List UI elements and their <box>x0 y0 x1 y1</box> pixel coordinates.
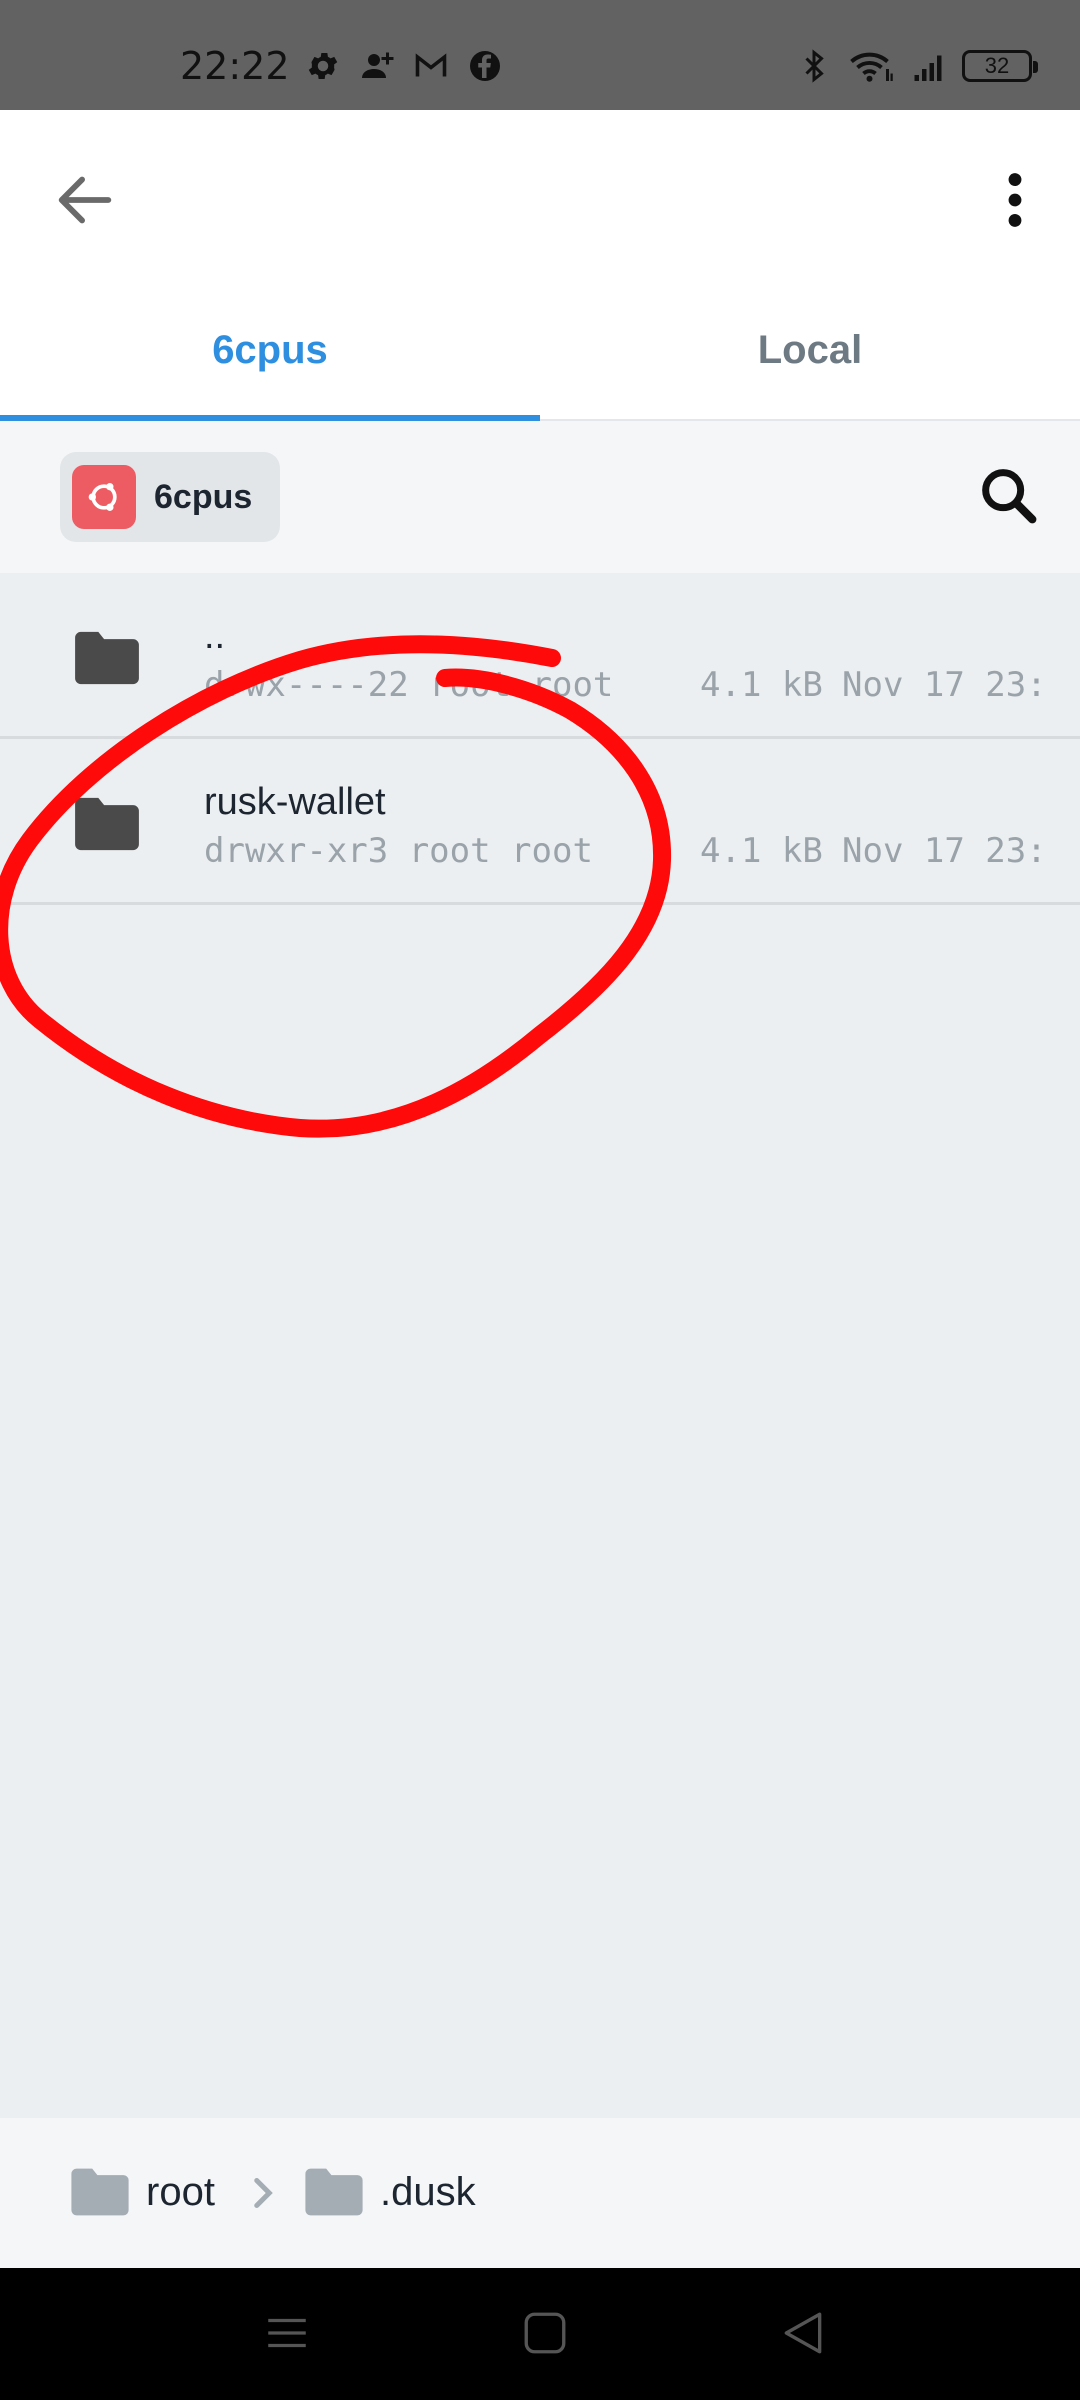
settings-icon <box>308 52 338 80</box>
file-name: .. <box>204 615 226 657</box>
folder-icon <box>71 2168 129 2216</box>
tab-bar: 6cpus Local <box>0 275 1080 421</box>
file-size: 4.1 kB <box>700 831 823 871</box>
folder-icon <box>305 2168 363 2216</box>
host-name: 6cpus <box>154 477 253 516</box>
navigation-bar <box>0 2268 1080 2400</box>
battery-indicator: 32 <box>962 50 1038 82</box>
status-time: 22:22 <box>180 44 290 88</box>
home-icon[interactable] <box>520 2308 570 2358</box>
person-add-icon <box>362 52 394 78</box>
file-row-parent[interactable]: .. drwx----22 root root 4.1 kB Nov 17 23… <box>0 573 1080 739</box>
recents-menu-icon[interactable] <box>262 2308 312 2358</box>
breadcrumb-label: root <box>146 2169 215 2214</box>
gmail-icon <box>415 53 447 77</box>
file-date: Nov 17 23: <box>842 831 1047 871</box>
more-vert-icon[interactable] <box>980 165 1050 235</box>
ubuntu-icon <box>72 465 136 529</box>
folder-icon <box>75 631 139 685</box>
file-list: .. drwx----22 root root 4.1 kB Nov 17 23… <box>0 573 1080 905</box>
chevron-right-icon <box>254 2178 273 2208</box>
facebook-icon <box>470 51 500 81</box>
back-triangle-icon[interactable] <box>778 2308 828 2358</box>
file-permissions: drwx----22 root root <box>204 665 614 705</box>
wifi-icon <box>850 52 893 82</box>
breadcrumb-item-root[interactable]: root <box>68 2166 215 2218</box>
file-row-rusk-wallet[interactable]: rusk-wallet drwxr-xr3 root root 4.1 kB N… <box>0 739 1080 905</box>
host-bar: 6cpus <box>0 421 1080 573</box>
breadcrumb: root .dusk <box>0 2118 1080 2268</box>
breadcrumb-item-dusk[interactable]: .dusk <box>302 2166 476 2218</box>
system-icons: 32 <box>796 48 1038 84</box>
breadcrumb-label: .dusk <box>380 2169 476 2214</box>
file-date: Nov 17 23: <box>842 665 1047 705</box>
tab-remote[interactable]: 6cpus <box>0 275 540 421</box>
file-permissions: drwxr-xr3 root root <box>204 831 593 871</box>
file-size: 4.1 kB <box>700 665 823 705</box>
notification-icons <box>305 48 503 84</box>
host-chip[interactable]: 6cpus <box>60 452 280 542</box>
tab-local[interactable]: Local <box>540 275 1080 421</box>
search-icon[interactable] <box>974 461 1044 531</box>
arrow-back-icon[interactable] <box>50 165 120 235</box>
folder-icon <box>75 797 139 851</box>
app-bar <box>0 110 1080 275</box>
file-name: rusk-wallet <box>204 781 386 823</box>
status-bar: 22:22 32 <box>0 0 1080 110</box>
signal-icon <box>914 55 942 81</box>
bluetooth-icon <box>805 49 824 83</box>
